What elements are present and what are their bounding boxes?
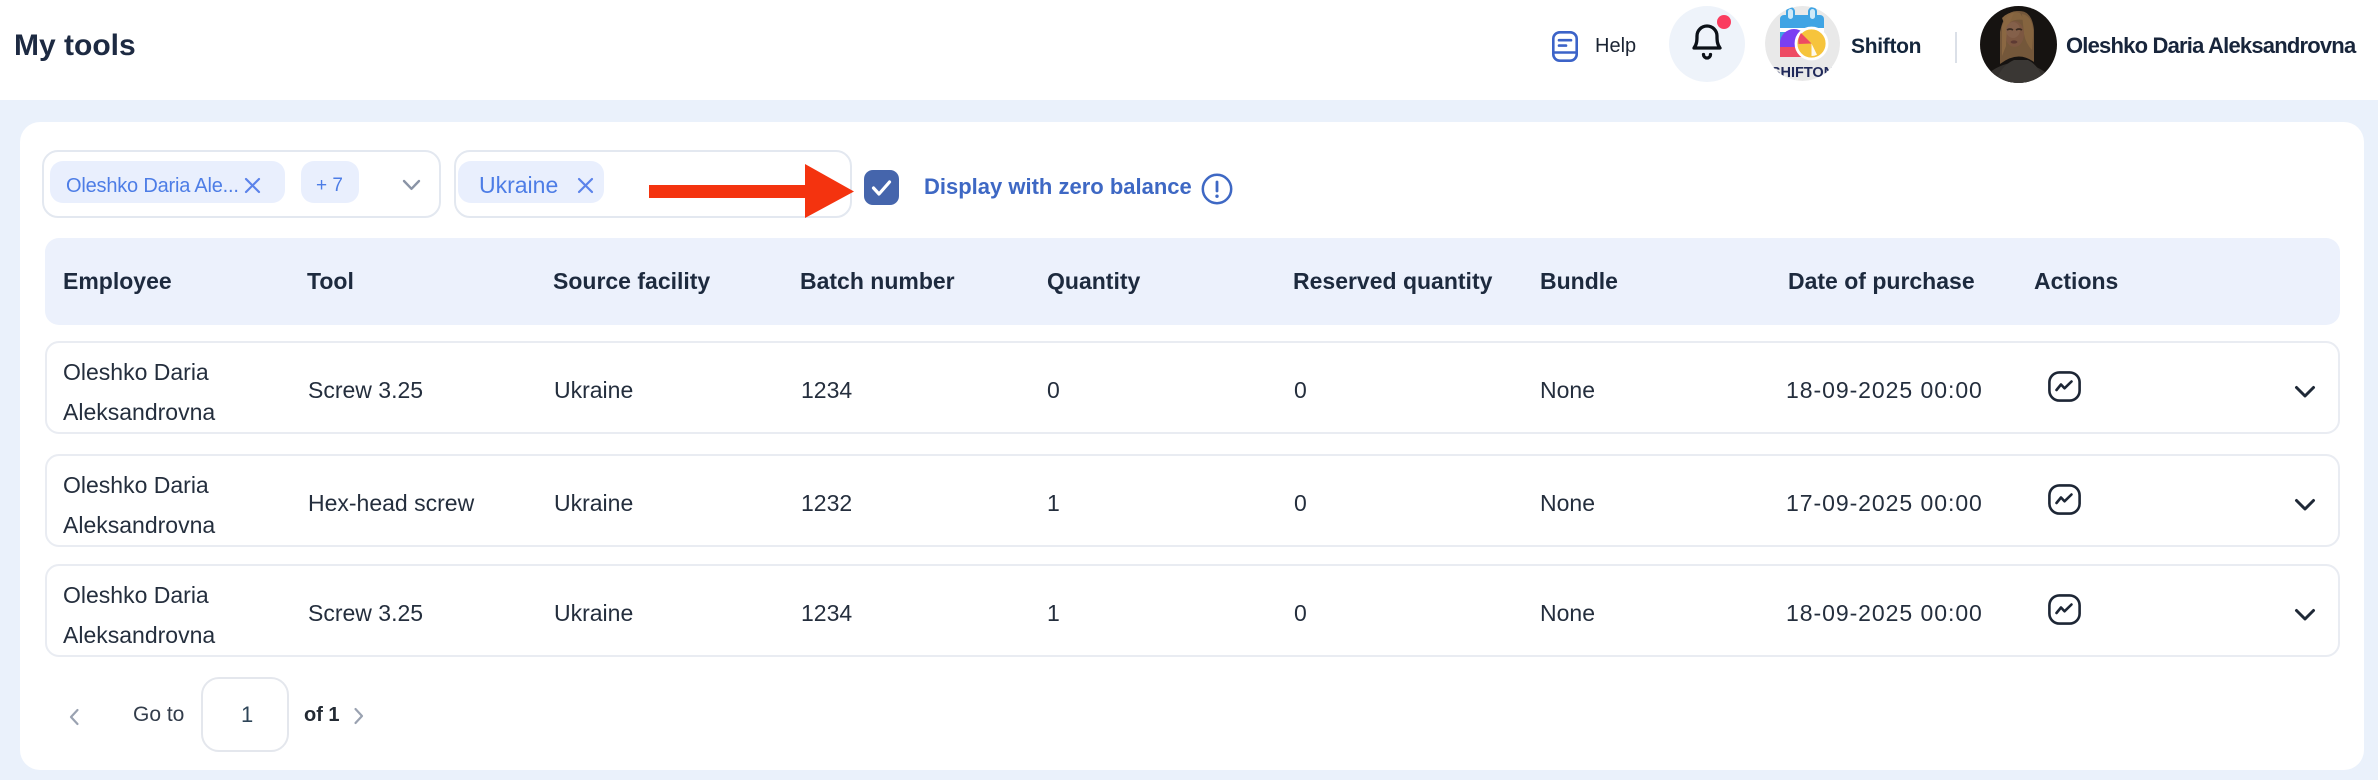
svg-text:SHIFTON: SHIFTON (1771, 65, 1834, 81)
